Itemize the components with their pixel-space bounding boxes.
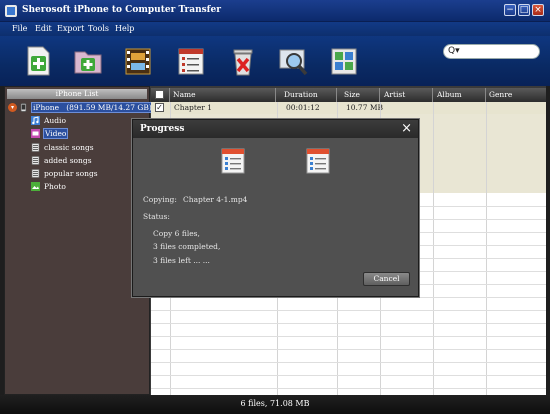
add-folder-icon[interactable] xyxy=(71,44,105,78)
cell-name: Chapter 1 xyxy=(174,103,213,112)
add-file-icon[interactable] xyxy=(21,44,55,78)
playlist-icon xyxy=(31,156,40,165)
column-name[interactable]: Name xyxy=(170,88,276,102)
column-size[interactable]: Size xyxy=(341,88,380,102)
status-line: Copy 6 files, xyxy=(153,229,200,238)
search-icon[interactable]: Q▾ xyxy=(448,46,460,56)
document-target-icon xyxy=(306,148,330,174)
list-export-icon[interactable] xyxy=(174,44,208,78)
tree-item-added-songs[interactable]: added songs xyxy=(31,155,93,166)
menu-file[interactable]: File xyxy=(12,24,27,33)
menu-help[interactable]: Help xyxy=(115,24,134,33)
menu-edit[interactable]: Edit xyxy=(35,24,52,33)
window-title: Sherosoft iPhone to Computer Transfer xyxy=(22,5,222,15)
search-input[interactable] xyxy=(462,46,536,57)
film-export-icon[interactable] xyxy=(121,44,155,78)
tree-item-photo[interactable]: Photo xyxy=(31,181,67,192)
dialog-title: Progress xyxy=(140,124,185,134)
copying-file: Chapter 4-1.mp4 xyxy=(183,195,248,204)
status-line: 3 files left ... ... xyxy=(153,256,210,265)
photo-icon xyxy=(31,182,40,191)
close-window-button[interactable]: × xyxy=(532,4,544,16)
row-checkbox[interactable]: ✓ xyxy=(155,103,164,112)
table-header: Name Duration Size Artist Album Genre xyxy=(151,88,546,102)
app-logo-icon xyxy=(5,5,17,17)
tree-item-iphone[interactable]: ▾ iPhone (891.59 MB/14.27 GB) xyxy=(8,102,154,113)
sidebar: iPhone List ▾ iPhone (891.59 MB/14.27 GB… xyxy=(4,86,154,395)
menu-export[interactable]: Export xyxy=(57,24,84,33)
magnifier-icon[interactable] xyxy=(276,44,310,78)
column-duration[interactable]: Duration xyxy=(281,88,337,102)
dialog-title-bar: Progress × xyxy=(133,120,418,138)
column-album[interactable]: Album xyxy=(434,88,486,102)
tree-item-popular-songs[interactable]: popular songs xyxy=(31,168,99,179)
title-bar: Sherosoft iPhone to Computer Transfer − … xyxy=(0,0,550,22)
music-note-icon xyxy=(31,116,40,125)
playlist-icon xyxy=(31,143,40,152)
status-line: 3 files completed, xyxy=(153,242,221,251)
progress-dialog: Progress × Copying: Chapter 4-1.mp4 Stat… xyxy=(132,119,419,297)
tree-item-classic-songs[interactable]: classic songs xyxy=(31,142,95,153)
device-label: iPhone (891.59 MB/14.27 GB) xyxy=(31,102,154,113)
cell-duration: 00:01:12 xyxy=(286,103,320,112)
expand-icon[interactable]: ▾ xyxy=(8,103,17,112)
status-bar: 6 files, 71.08 MB xyxy=(0,395,550,414)
close-icon[interactable]: × xyxy=(401,121,412,137)
trash-delete-icon[interactable] xyxy=(226,44,260,78)
playlist-icon xyxy=(31,169,40,178)
tree-item-audio[interactable]: Audio xyxy=(31,115,67,126)
document-source-icon xyxy=(221,148,245,174)
cell-size: 10.77 MB xyxy=(346,103,384,112)
status-summary: 6 files, 71.08 MB xyxy=(240,399,310,408)
status-label: Status: xyxy=(143,212,170,221)
column-artist[interactable]: Artist xyxy=(381,88,433,102)
grid-settings-icon[interactable] xyxy=(327,44,361,78)
sidebar-header: iPhone List xyxy=(7,89,147,99)
cancel-button[interactable]: Cancel xyxy=(363,272,410,286)
maximize-button[interactable]: □ xyxy=(518,4,530,16)
iphone-device-icon xyxy=(20,103,27,112)
column-genre[interactable]: Genre xyxy=(486,88,546,102)
minimize-button[interactable]: − xyxy=(504,4,516,16)
menu-tools[interactable]: Tools xyxy=(88,24,109,33)
copying-label: Copying: xyxy=(143,195,177,204)
tree-item-video[interactable]: Video xyxy=(31,128,69,139)
menu-bar: File Edit Export Tools Help xyxy=(0,22,550,36)
search-box[interactable]: Q▾ xyxy=(443,44,540,59)
video-icon xyxy=(31,129,40,138)
